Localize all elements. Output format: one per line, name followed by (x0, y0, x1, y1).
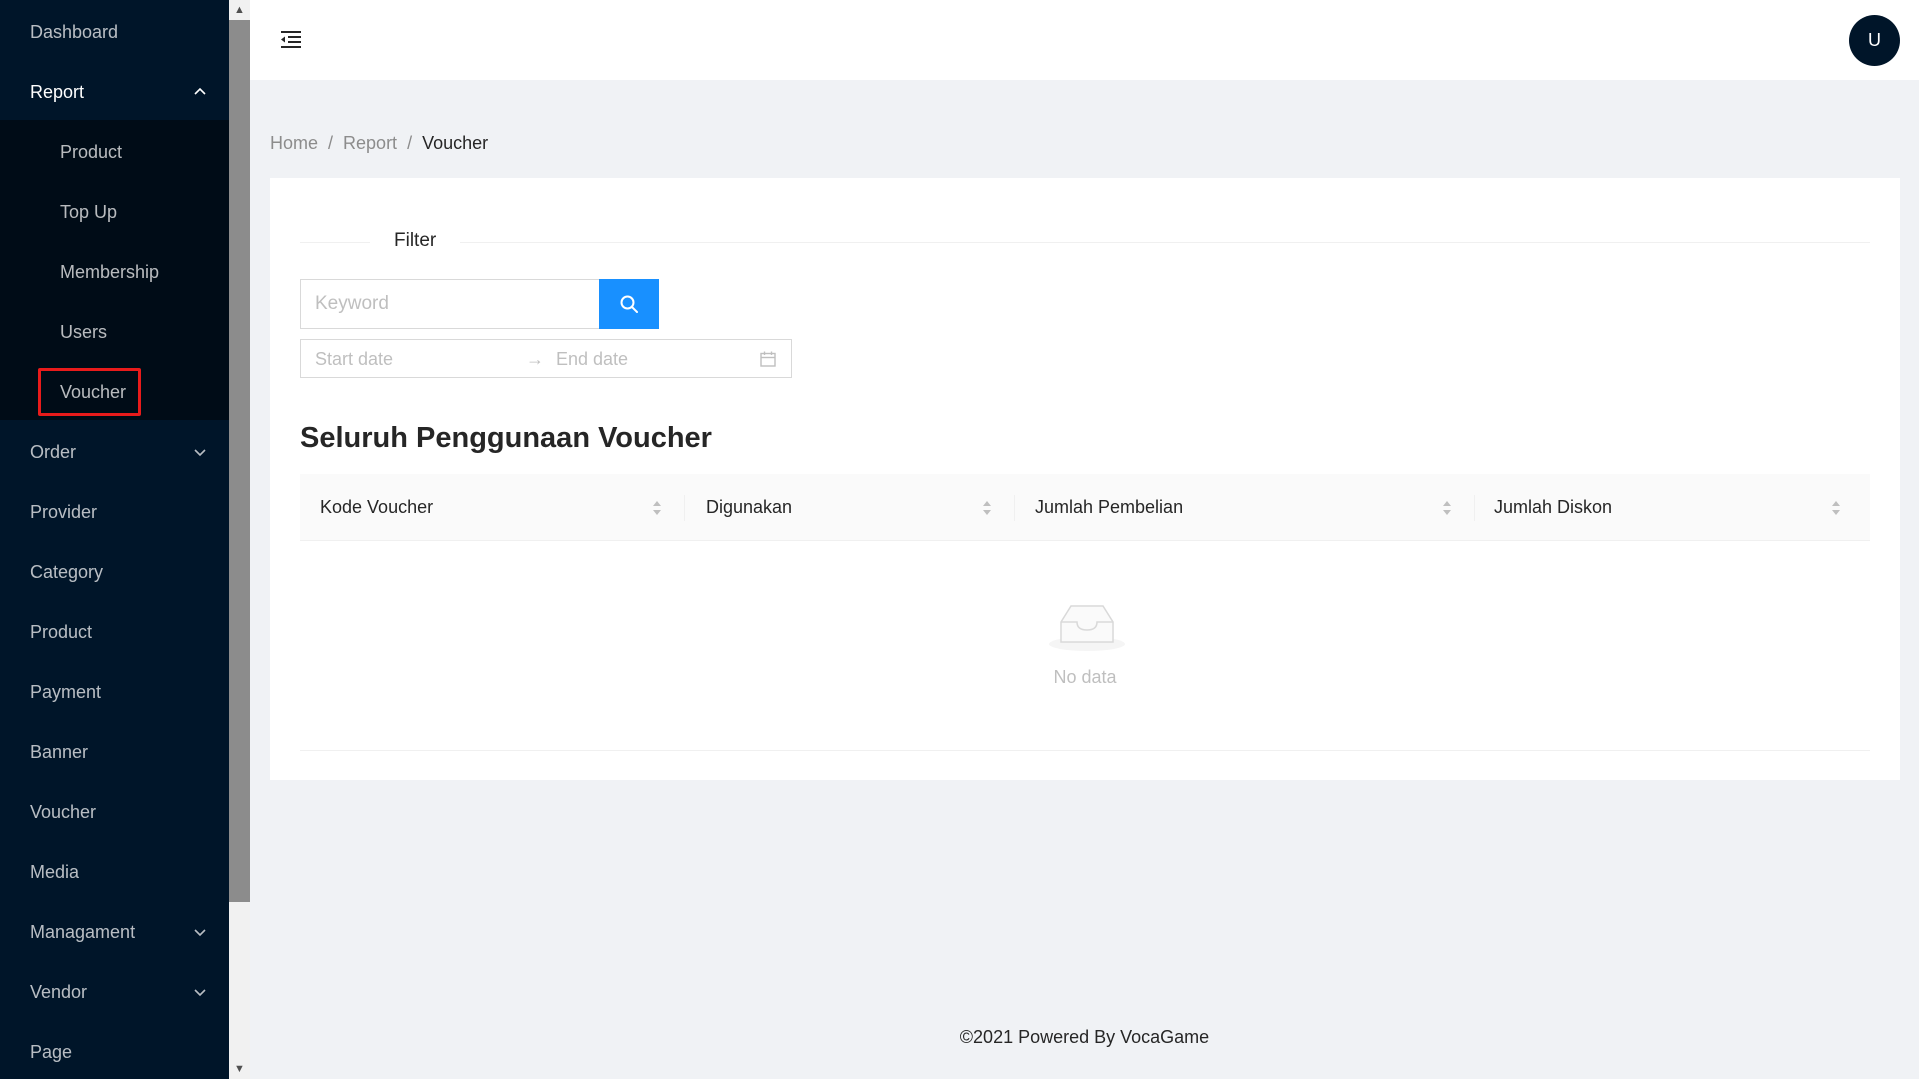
column-label: Kode Voucher (320, 497, 434, 517)
content-card: Filter Start date → End date Seluruh Pen… (270, 178, 1900, 780)
sidebar-item-vendor[interactable]: Vendor (0, 962, 229, 1022)
sidebar-item-product[interactable]: Product (0, 602, 229, 662)
section-title: Seluruh Penggunaan Voucher (300, 422, 712, 454)
sidebar-item-payment[interactable]: Payment (0, 662, 229, 722)
search-button[interactable] (599, 279, 659, 329)
filter-divider (300, 242, 1870, 243)
sidebar-item-voucher[interactable]: Voucher (0, 782, 229, 842)
sidebar-item-label: Vendor (30, 981, 88, 1002)
sidebar-item-label: Product (60, 141, 123, 162)
breadcrumb-separator: / (407, 133, 413, 153)
column-kode-voucher[interactable]: Kode Voucher (320, 474, 433, 541)
scroll-down-arrow-icon[interactable]: ▼ (229, 1059, 250, 1079)
end-date-input[interactable]: End date (556, 349, 628, 370)
column-divider (684, 495, 685, 521)
sidebar-item-managament[interactable]: Managament (0, 902, 229, 962)
sidebar-scrollbar[interactable]: ▲ ▼ (229, 0, 250, 1079)
keyword-input[interactable] (300, 279, 600, 329)
column-divider (1474, 495, 1475, 521)
avatar[interactable]: U (1849, 15, 1900, 66)
sidebar-item-label: Product (30, 621, 93, 642)
sidebar-item-label: Users (60, 321, 108, 342)
sidebar-item-label: Membership (60, 261, 160, 282)
sidebar-item-provider[interactable]: Provider (0, 482, 229, 542)
sidebar-item-report-users[interactable]: Users (0, 302, 229, 362)
chevron-down-icon (194, 449, 206, 457)
table-bottom-border (300, 750, 1870, 751)
search-icon (620, 295, 638, 313)
menu-fold-icon[interactable] (279, 28, 303, 50)
sidebar-item-label: Managament (30, 921, 136, 942)
sidebar-item-report[interactable]: Report (0, 62, 229, 122)
breadcrumb-report[interactable]: Report (343, 133, 397, 154)
sidebar-item-category[interactable]: Category (0, 542, 229, 602)
sort-icon[interactable] (652, 498, 662, 518)
sidebar-item-media[interactable]: Media (0, 842, 229, 902)
sidebar-item-label: Media (30, 861, 80, 882)
sidebar-item-label: Top Up (60, 201, 118, 222)
sidebar-item-label: Voucher (60, 381, 127, 402)
sidebar-item-label: Report (30, 81, 85, 102)
filter-label: Filter (370, 230, 461, 252)
empty-state-text: No data (1053, 667, 1117, 687)
empty-inbox-icon (1049, 605, 1125, 651)
chevron-down-icon (194, 989, 206, 997)
column-jumlah-pembelian[interactable]: Jumlah Pembelian (1035, 474, 1183, 541)
sidebar-item-report-topup[interactable]: Top Up (0, 182, 229, 242)
sidebar-item-label: Voucher (30, 801, 97, 822)
sidebar-item-label: Payment (30, 681, 102, 702)
column-jumlah-diskon[interactable]: Jumlah Diskon (1494, 474, 1612, 541)
top-header: U (250, 0, 1919, 80)
footer-text: ©2021 Powered By VocaGame (959, 1027, 1210, 1047)
sidebar-item-order[interactable]: Order (0, 422, 229, 482)
scroll-up-arrow-icon[interactable]: ▲ (229, 0, 250, 20)
chevron-down-icon (194, 929, 206, 937)
arrow-right-icon: → (526, 349, 544, 369)
calendar-icon (760, 351, 776, 367)
breadcrumb: Home / Report / Voucher (270, 133, 488, 154)
table-header: Kode Voucher Digunakan Jumlah Pembelian … (300, 474, 1870, 541)
breadcrumb-current: Voucher (422, 133, 489, 153)
chevron-up-icon (194, 87, 206, 95)
sidebar-item-label: Dashboard (30, 21, 119, 42)
breadcrumb-home[interactable]: Home (270, 133, 318, 154)
column-label: Digunakan (706, 497, 793, 517)
sort-icon[interactable] (1831, 498, 1841, 518)
sidebar-item-label: Page (30, 1041, 73, 1062)
sidebar-item-banner[interactable]: Banner (0, 722, 229, 782)
sort-icon[interactable] (1442, 498, 1452, 518)
sidebar-item-label: Provider (30, 501, 98, 522)
sidebar-item-label: Category (30, 561, 104, 582)
start-date-input[interactable]: Start date (315, 349, 393, 370)
date-range-picker[interactable]: Start date → End date (300, 339, 792, 378)
sidebar-item-label: Banner (30, 741, 89, 762)
breadcrumb-separator: / (328, 133, 334, 153)
sidebar-item-report-voucher[interactable]: Voucher (0, 362, 229, 422)
sidebar-item-report-membership[interactable]: Membership (0, 242, 229, 302)
column-label: Jumlah Diskon (1494, 497, 1613, 517)
scroll-thumb[interactable] (229, 20, 250, 902)
sidebar: Dashboard Report Product Top Up Membersh… (0, 0, 229, 1079)
sort-icon[interactable] (982, 498, 992, 518)
column-digunakan[interactable]: Digunakan (706, 474, 792, 541)
sidebar-item-report-product[interactable]: Product (0, 122, 229, 182)
sidebar-item-label: Order (30, 441, 77, 462)
column-divider (1014, 495, 1015, 521)
footer: ©2021 Powered By VocaGame (250, 1027, 1919, 1048)
sidebar-item-dashboard[interactable]: Dashboard (0, 2, 229, 62)
sidebar-item-page[interactable]: Page (0, 1022, 229, 1079)
column-label: Jumlah Pembelian (1035, 497, 1184, 517)
avatar-initial: U (1868, 30, 1881, 50)
